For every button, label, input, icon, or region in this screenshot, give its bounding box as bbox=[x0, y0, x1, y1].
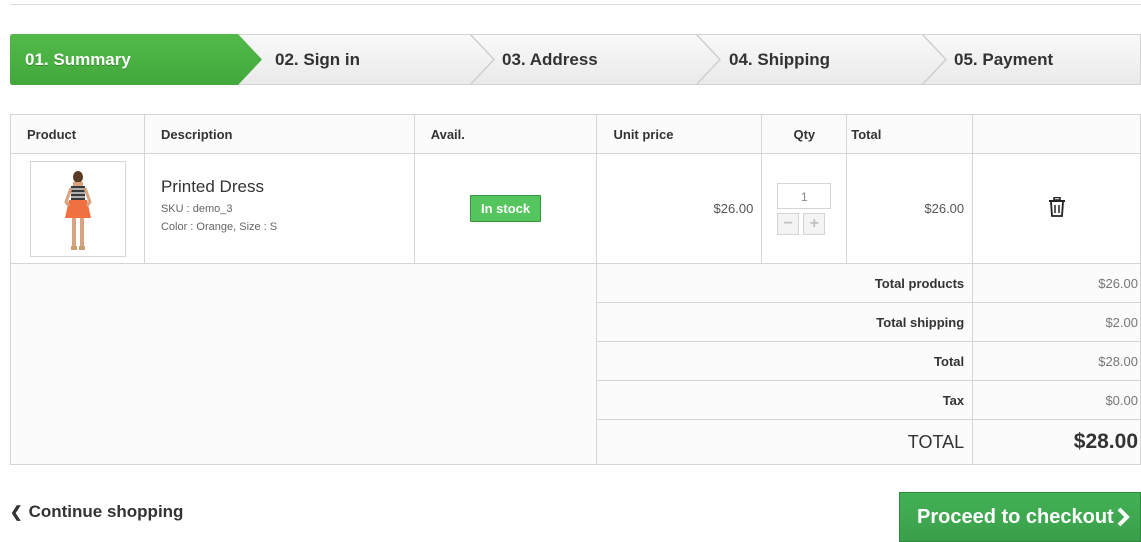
grand-total-label: TOTAL bbox=[596, 419, 974, 465]
continue-shopping-label: Continue shopping bbox=[28, 502, 184, 521]
grand-total-value: $28.00 bbox=[972, 419, 1141, 465]
continue-shopping-link[interactable]: ❮ Continue shopping bbox=[10, 502, 183, 522]
qty-cell: 1 − + bbox=[761, 153, 848, 264]
dress-image bbox=[64, 170, 92, 250]
top-divider bbox=[10, 4, 1141, 5]
cart-table: Product Description Avail. Unit price Qt… bbox=[9, 114, 1141, 465]
product-description-cell: Printed Dress SKU : demo_3 Color : Orang… bbox=[143, 153, 415, 264]
step-shipping[interactable]: 04. Shipping bbox=[706, 34, 920, 85]
table-row: Printed Dress SKU : demo_3 Color : Orang… bbox=[10, 153, 1141, 264]
chevron-left-icon: ❮ bbox=[10, 504, 23, 521]
header-description: Description bbox=[143, 114, 415, 154]
total-shipping-value: $2.00 bbox=[972, 302, 1141, 342]
table-header-row: Product Description Avail. Unit price Qt… bbox=[10, 114, 1141, 154]
step-sign-in[interactable]: 02. Sign in bbox=[262, 34, 468, 85]
total-products-label: Total products bbox=[596, 263, 974, 303]
step-address[interactable]: 03. Address bbox=[480, 34, 694, 85]
line-total-cell: $26.00 bbox=[846, 153, 974, 264]
header-total: Total bbox=[846, 114, 974, 154]
product-thumbnail[interactable] bbox=[30, 160, 126, 257]
header-actions bbox=[972, 114, 1141, 154]
quantity-increase-button[interactable]: + bbox=[803, 212, 826, 235]
tax-label: Tax bbox=[596, 380, 974, 420]
step-address-label: 03. Address bbox=[502, 50, 598, 69]
step-sign-in-label: 02. Sign in bbox=[275, 50, 361, 69]
total-value: $28.00 bbox=[972, 341, 1141, 381]
in-stock-badge: In stock bbox=[470, 195, 542, 222]
proceed-to-checkout-button[interactable]: Proceed to checkout bbox=[899, 492, 1141, 542]
product-image-cell bbox=[10, 153, 145, 264]
product-attributes[interactable]: Color : Orange, Size : S bbox=[161, 221, 413, 233]
product-sku: SKU : demo_3 bbox=[160, 203, 233, 215]
step-payment[interactable]: 05. Payment bbox=[932, 34, 1141, 85]
summary-empty-area bbox=[9, 263, 598, 465]
step-shipping-label: 04. Shipping bbox=[729, 50, 831, 69]
header-availability: Avail. bbox=[413, 114, 598, 154]
total-shipping-label: Total shipping bbox=[596, 302, 974, 342]
product-name-link[interactable]: Printed Dress bbox=[161, 177, 413, 197]
chevron-right-icon bbox=[1117, 507, 1130, 527]
step-payment-label: 05. Payment bbox=[954, 50, 1054, 69]
total-products-value: $26.00 bbox=[972, 263, 1141, 303]
tax-value: $0.00 bbox=[972, 380, 1141, 420]
quantity-decrease-button[interactable]: − bbox=[777, 212, 800, 235]
summary-row-total-products: Total products $26.00 bbox=[9, 263, 1141, 465]
total-label: Total bbox=[596, 341, 974, 381]
trash-icon[interactable] bbox=[1048, 197, 1066, 217]
header-product: Product bbox=[10, 114, 145, 154]
availability-cell: In stock bbox=[413, 153, 598, 264]
header-qty: Qty bbox=[761, 114, 848, 154]
quantity-input[interactable]: 1 bbox=[777, 182, 832, 209]
step-summary-label: 01. Summary bbox=[25, 50, 131, 69]
unit-price-cell: $26.00 bbox=[596, 153, 763, 264]
step-summary[interactable]: 01. Summary bbox=[10, 34, 262, 85]
checkout-steps: 01. Summary 02. Sign in 03. Address 04. … bbox=[10, 34, 1141, 85]
delete-cell bbox=[972, 153, 1141, 264]
checkout-label: Proceed to checkout bbox=[917, 506, 1114, 528]
header-unit-price: Unit price bbox=[596, 114, 763, 154]
